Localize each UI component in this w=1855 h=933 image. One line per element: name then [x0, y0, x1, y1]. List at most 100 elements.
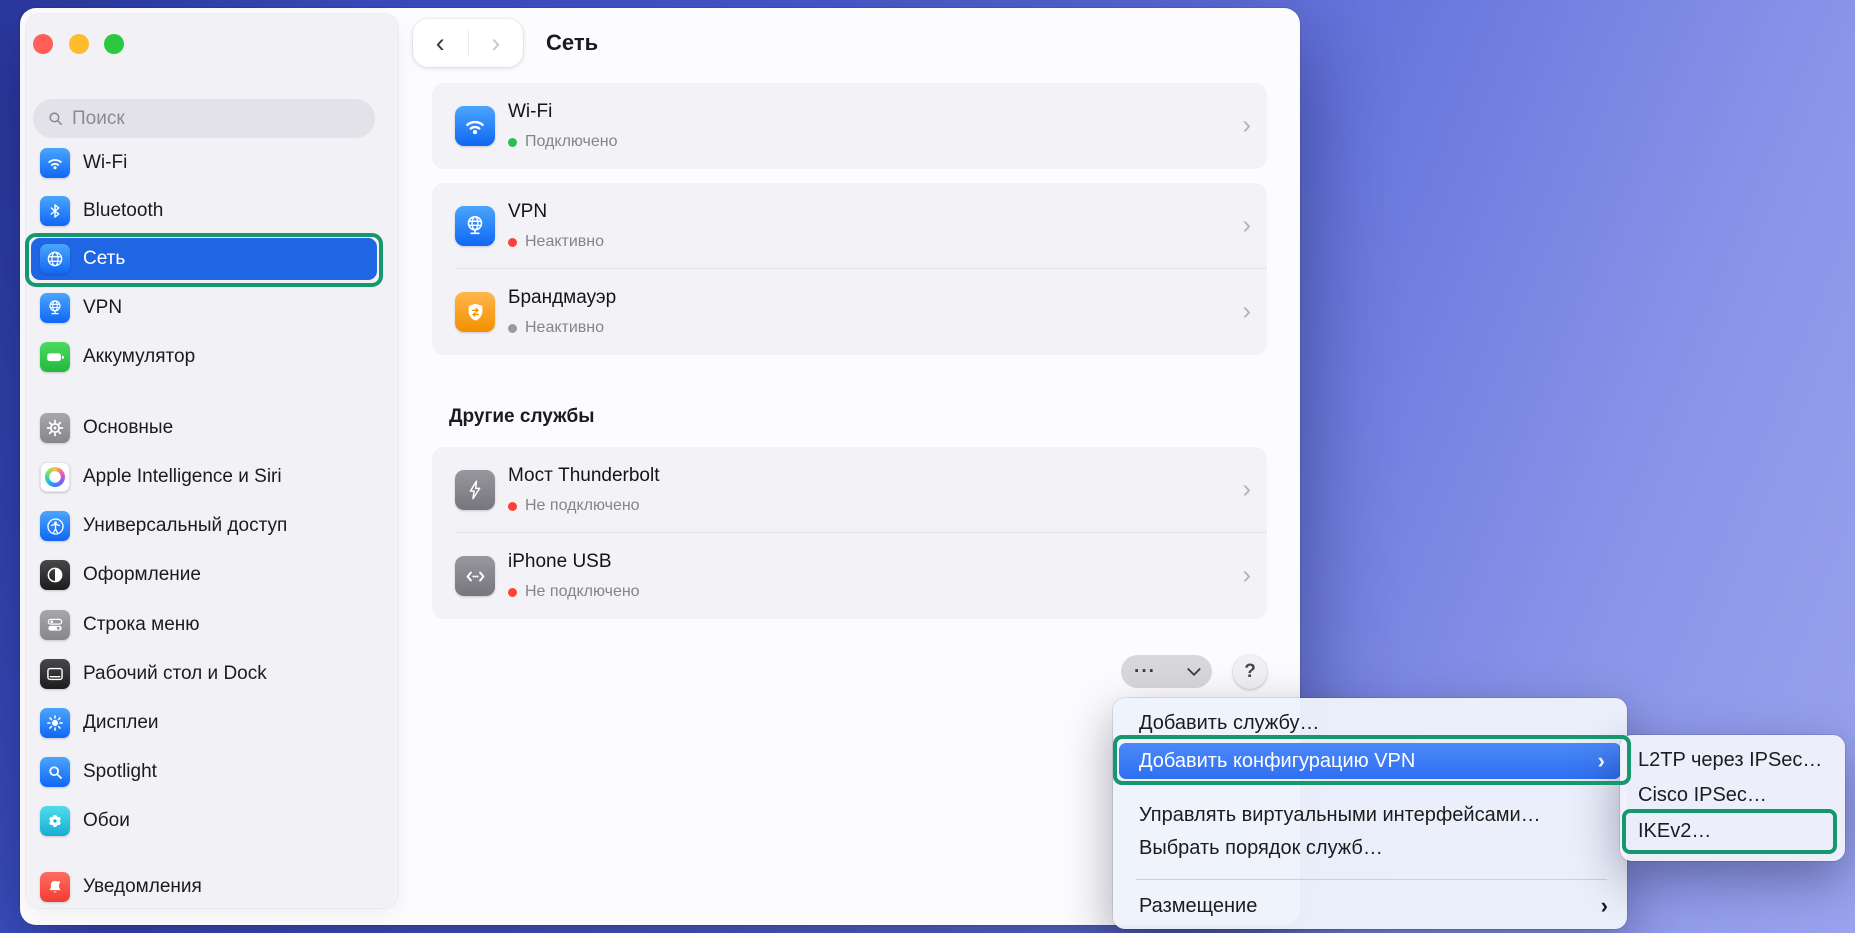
network-row-vpn[interactable]: VPN Неактивно ›	[432, 183, 1267, 269]
chevron-down-icon	[1187, 662, 1201, 676]
sidebar-item-label: Bluetooth	[83, 200, 163, 222]
sidebar-item-battery[interactable]: Аккумулятор	[31, 336, 377, 378]
question-mark-icon: ?	[1244, 661, 1256, 683]
sidebar-item-label: Универсальный доступ	[83, 515, 287, 537]
service-title: Wi-Fi	[508, 101, 552, 123]
firewall-shield-icon	[455, 292, 495, 332]
sidebar-item-vpn[interactable]: VPN	[31, 287, 377, 329]
sidebar-item-displays[interactable]: Дисплеи	[31, 702, 377, 744]
close-window-button[interactable]	[33, 34, 53, 54]
search-placeholder: Поиск	[72, 108, 125, 130]
help-button[interactable]: ?	[1233, 655, 1267, 689]
menu-item-add-vpn-configuration[interactable]: Добавить конфигурацию VPN ›	[1119, 743, 1621, 779]
other-services-heading: Другие службы	[449, 406, 595, 428]
menu-separator	[1136, 879, 1607, 880]
service-status: Подключено	[525, 133, 618, 151]
service-status: Неактивно	[525, 319, 604, 337]
menu-item-manage-virtual-interfaces[interactable]: Управлять виртуальными интерфейсами…	[1139, 804, 1541, 827]
minimize-window-button[interactable]	[69, 34, 89, 54]
vpn-firewall-card: VPN Неактивно › Брандмауэр Неактивно ›	[432, 183, 1267, 355]
service-title: Мост Thunderbolt	[508, 465, 660, 487]
sidebar-item-spotlight[interactable]: Spotlight	[31, 751, 377, 793]
zoom-window-button[interactable]	[104, 34, 124, 54]
desktop-dock-icon	[40, 659, 70, 689]
sun-icon	[40, 708, 70, 738]
context-menu: Добавить службу… Добавить конфигурацию V…	[1113, 698, 1627, 929]
forward-button[interactable]: ›	[469, 21, 524, 65]
page-title: Сеть	[546, 30, 598, 56]
network-row-iphone-usb[interactable]: iPhone USB Не подключено ›	[432, 533, 1267, 619]
sidebar-item-bluetooth[interactable]: Bluetooth	[31, 190, 377, 232]
sidebar-item-label: Основные	[83, 417, 173, 439]
status-dot	[508, 588, 517, 597]
service-title: Брандмауэр	[508, 287, 616, 309]
vpn-globe-icon	[40, 293, 70, 323]
sidebar-item-label: Рабочий стол и Dock	[83, 663, 267, 685]
chevron-right-icon: ›	[1242, 209, 1251, 240]
chevron-right-icon: ›	[1242, 559, 1251, 590]
accessibility-icon	[40, 511, 70, 541]
sidebar-item-general[interactable]: Основные	[31, 407, 377, 449]
back-button[interactable]: ‹	[413, 21, 468, 65]
sidebar-item-label: Аккумулятор	[83, 346, 195, 368]
search-input[interactable]: Поиск	[33, 99, 375, 138]
sidebar-item-apple-intelligence[interactable]: Apple Intelligence и Siri	[31, 456, 377, 498]
flower-icon	[40, 806, 70, 836]
bell-icon	[40, 872, 70, 902]
menu-item-set-service-order[interactable]: Выбрать порядок служб…	[1139, 837, 1383, 860]
submenu-arrow-icon: ›	[1598, 748, 1605, 774]
service-title: VPN	[508, 201, 547, 223]
bluetooth-icon	[40, 196, 70, 226]
sidebar-item-label: Spotlight	[83, 761, 157, 783]
menu-item-locations[interactable]: Размещение	[1139, 895, 1257, 918]
sidebar-item-wifi[interactable]: Wi-Fi	[31, 142, 377, 184]
sidebar-item-label: Оформление	[83, 564, 201, 586]
menubar-toggles-icon	[40, 610, 70, 640]
chevron-right-icon: ›	[1242, 295, 1251, 326]
menu-item-add-service[interactable]: Добавить службу…	[1139, 712, 1319, 735]
wifi-icon	[40, 148, 70, 178]
status-dot	[508, 324, 517, 333]
nav-buttons: ‹ ›	[413, 19, 523, 67]
sidebar-item-label: Обои	[83, 810, 130, 832]
sidebar-item-label: Wi-Fi	[83, 152, 127, 174]
chevron-right-icon: ›	[1242, 109, 1251, 140]
sidebar-item-notifications[interactable]: Уведомления	[31, 866, 377, 908]
sidebar-item-label: Apple Intelligence и Siri	[83, 466, 282, 488]
status-dot	[508, 138, 517, 147]
vpn-type-submenu: L2TP через IPSec… Cisco IPSec… IKEv2…	[1620, 735, 1845, 861]
sidebar-item-appearance[interactable]: Оформление	[31, 554, 377, 596]
sidebar-item-menubar[interactable]: Строка меню	[31, 604, 377, 646]
desktop-background: Поиск Wi-Fi Bluetooth Сеть VPN Аккумулят…	[0, 0, 1855, 933]
status-dot	[508, 238, 517, 247]
more-options-button[interactable]: ···	[1121, 655, 1212, 688]
menu-item-label: Добавить конфигурацию VPN	[1139, 750, 1415, 773]
sidebar-item-desktop-dock[interactable]: Рабочий стол и Dock	[31, 653, 377, 695]
globe-icon	[40, 244, 70, 274]
chevron-right-icon: ›	[1242, 473, 1251, 504]
apple-intelligence-icon	[40, 462, 70, 492]
sidebar-item-label: Сеть	[83, 248, 125, 270]
service-status: Не подключено	[525, 497, 640, 515]
service-status: Неактивно	[525, 233, 604, 251]
sidebar-item-wallpaper[interactable]: Обои	[31, 800, 377, 842]
service-title: iPhone USB	[508, 551, 612, 573]
submenu-item-l2tp[interactable]: L2TP через IPSec…	[1638, 749, 1822, 772]
search-icon	[47, 110, 64, 127]
submenu-arrow-icon: ›	[1601, 893, 1608, 919]
other-services-card: Мост Thunderbolt Не подключено › iPhone …	[432, 447, 1267, 619]
network-row-firewall[interactable]: Брандмауэр Неактивно ›	[432, 269, 1267, 355]
wifi-card: Wi-Fi Подключено ›	[432, 83, 1267, 169]
vpn-globe-icon	[455, 206, 495, 246]
sidebar-item-accessibility[interactable]: Универсальный доступ	[31, 505, 377, 547]
submenu-item-cisco[interactable]: Cisco IPSec…	[1638, 784, 1767, 807]
sidebar-item-network[interactable]: Сеть	[31, 238, 377, 280]
network-row-wifi[interactable]: Wi-Fi Подключено ›	[432, 83, 1267, 169]
submenu-item-ikev2[interactable]: IKEv2…	[1638, 820, 1711, 843]
status-dot	[508, 502, 517, 511]
thunderbolt-icon	[455, 470, 495, 510]
usb-dots-icon	[455, 556, 495, 596]
ellipsis-icon: ···	[1134, 667, 1156, 677]
service-status: Не подключено	[525, 583, 640, 601]
network-row-thunderbolt[interactable]: Мост Thunderbolt Не подключено ›	[432, 447, 1267, 533]
